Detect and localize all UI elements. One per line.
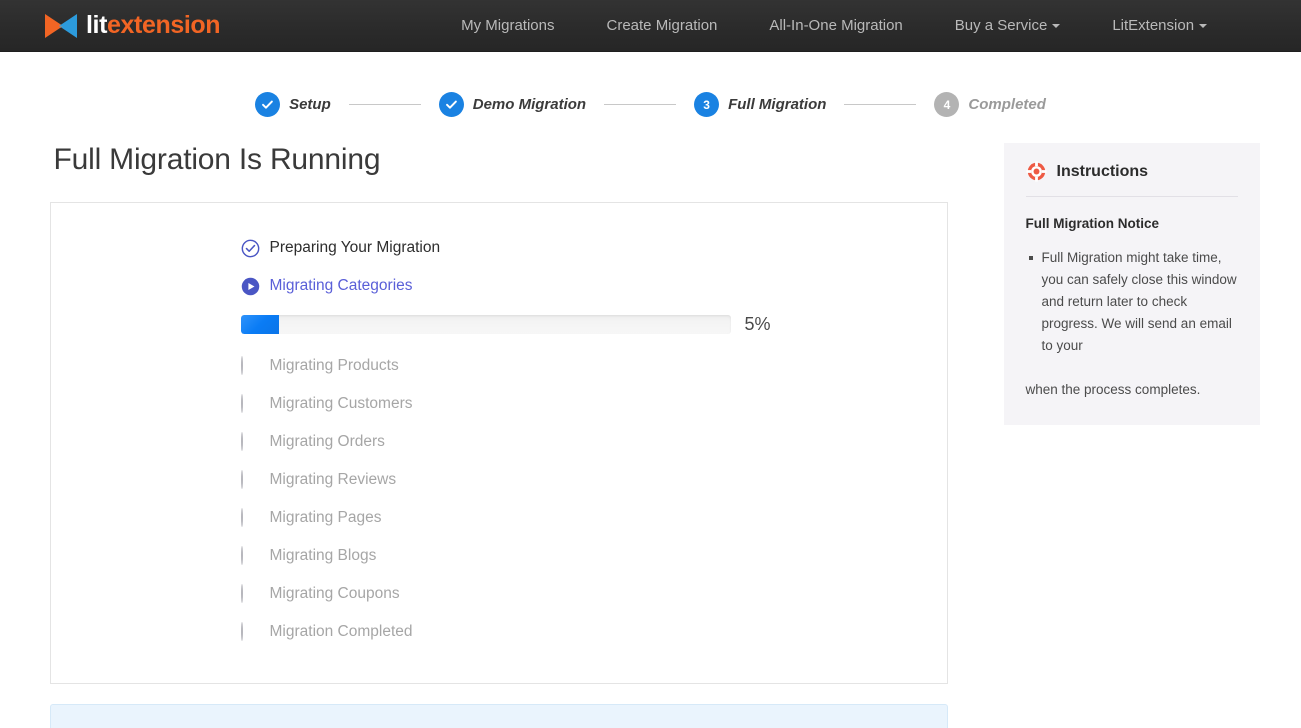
check-circle-icon bbox=[241, 239, 260, 258]
nav-link-label: Create Migration bbox=[607, 17, 718, 34]
nav-link-label: Buy a Service bbox=[955, 17, 1048, 34]
step-bubble-setup bbox=[255, 92, 280, 117]
empty-circle-icon bbox=[241, 509, 260, 528]
nav-links: My Migrations Create Migration All-In-On… bbox=[435, 0, 1233, 52]
nav-link-my-migrations[interactable]: My Migrations bbox=[435, 0, 580, 52]
task-migrating-products: Migrating Products bbox=[241, 347, 947, 385]
task-label: Migrating Coupons bbox=[270, 585, 400, 603]
task-label: Migration Completed bbox=[270, 623, 413, 641]
instructions-tail-text: when the process completes. bbox=[1026, 379, 1238, 401]
instructions-header: Instructions bbox=[1026, 161, 1238, 197]
progress-percent-label: 5% bbox=[745, 314, 771, 335]
task-migrating-categories: Migrating Categories bbox=[241, 267, 947, 305]
page-title: Full Migration Is Running bbox=[50, 143, 948, 176]
bottom-info-panel bbox=[50, 704, 948, 728]
step-bubble-completed: 4 bbox=[934, 92, 959, 117]
task-label: Migrating Customers bbox=[270, 395, 413, 413]
nav-link-label: All-In-One Migration bbox=[769, 17, 902, 34]
instructions-title: Instructions bbox=[1057, 163, 1149, 181]
page-body: Full Migration Is Running Preparing Your… bbox=[46, 143, 1256, 684]
empty-circle-icon bbox=[241, 395, 260, 414]
instructions-bullet: Full Migration might take time, you can … bbox=[1042, 247, 1238, 357]
task-label: Preparing Your Migration bbox=[270, 239, 441, 257]
step-connector bbox=[604, 104, 676, 105]
chevron-down-icon bbox=[1052, 24, 1060, 28]
nav-link-create-migration[interactable]: Create Migration bbox=[581, 0, 744, 52]
step-label-full-migration: Full Migration bbox=[728, 96, 826, 113]
task-migrating-blogs: Migrating Blogs bbox=[241, 537, 947, 575]
step-full-migration[interactable]: 3 Full Migration bbox=[694, 92, 826, 117]
task-migrating-coupons: Migrating Coupons bbox=[241, 575, 947, 613]
nav-link-buy-a-service[interactable]: Buy a Service bbox=[929, 0, 1087, 52]
step-setup[interactable]: Setup bbox=[255, 92, 331, 117]
instructions-subtitle: Full Migration Notice bbox=[1026, 216, 1238, 231]
migration-progress-row: 5% bbox=[241, 307, 947, 341]
instructions-bullet-list: Full Migration might take time, you can … bbox=[1026, 247, 1238, 357]
task-label: Migrating Categories bbox=[270, 277, 413, 295]
task-migrating-orders: Migrating Orders bbox=[241, 423, 947, 461]
instructions-panel: Instructions Full Migration Notice Full … bbox=[1004, 143, 1260, 425]
nav-link-label: My Migrations bbox=[461, 17, 554, 34]
task-migrating-customers: Migrating Customers bbox=[241, 385, 947, 423]
nav-link-account-litextension[interactable]: LitExtension bbox=[1086, 0, 1233, 52]
migration-progress-card: Preparing Your Migration Migrating Categ… bbox=[50, 202, 948, 684]
empty-circle-icon bbox=[241, 433, 260, 452]
litextension-logo-icon bbox=[44, 12, 78, 40]
task-migrating-reviews: Migrating Reviews bbox=[241, 461, 947, 499]
chevron-down-icon bbox=[1199, 24, 1207, 28]
empty-circle-icon bbox=[241, 585, 260, 604]
nav-link-all-in-one-migration[interactable]: All-In-One Migration bbox=[743, 0, 928, 52]
empty-circle-icon bbox=[241, 623, 260, 642]
step-connector bbox=[844, 104, 916, 105]
sidebar-column: Instructions Full Migration Notice Full … bbox=[1004, 143, 1260, 425]
empty-circle-icon bbox=[241, 471, 260, 490]
task-preparing-your-migration: Preparing Your Migration bbox=[241, 229, 947, 267]
progress-bar-track bbox=[241, 315, 731, 334]
step-completed[interactable]: 4 Completed bbox=[934, 92, 1046, 117]
task-label: Migrating Orders bbox=[270, 433, 385, 451]
lifebuoy-icon bbox=[1026, 161, 1047, 182]
play-circle-icon bbox=[241, 277, 260, 296]
migration-stepper: Setup Demo Migration 3 Full Migration 4 … bbox=[0, 92, 1301, 117]
step-bubble-demo-migration bbox=[439, 92, 464, 117]
task-label: Migrating Blogs bbox=[270, 547, 377, 565]
task-label: Migrating Products bbox=[270, 357, 399, 375]
empty-circle-icon bbox=[241, 357, 260, 376]
main-column: Full Migration Is Running Preparing Your… bbox=[50, 143, 948, 684]
task-migrating-pages: Migrating Pages bbox=[241, 499, 947, 537]
top-navbar: litextension My Migrations Create Migrat… bbox=[0, 0, 1301, 52]
step-demo-migration[interactable]: Demo Migration bbox=[439, 92, 586, 117]
brand-wordmark-extension: extension bbox=[107, 11, 220, 39]
task-migration-completed: Migration Completed bbox=[241, 613, 947, 651]
step-label-completed: Completed bbox=[968, 96, 1046, 113]
task-label: Migrating Reviews bbox=[270, 471, 397, 489]
brand-wordmark-lit: lit bbox=[86, 11, 107, 39]
step-label-demo-migration: Demo Migration bbox=[473, 96, 586, 113]
step-bubble-full-migration: 3 bbox=[694, 92, 719, 117]
nav-link-label: LitExtension bbox=[1112, 17, 1194, 34]
progress-bar-fill bbox=[241, 315, 279, 334]
task-label: Migrating Pages bbox=[270, 509, 382, 527]
step-connector bbox=[349, 104, 421, 105]
migration-task-list: Preparing Your Migration Migrating Categ… bbox=[51, 229, 947, 651]
step-label-setup: Setup bbox=[289, 96, 331, 113]
brand-wordmark: litextension bbox=[86, 13, 220, 38]
brand-logo[interactable]: litextension bbox=[44, 12, 220, 40]
empty-circle-icon bbox=[241, 547, 260, 566]
